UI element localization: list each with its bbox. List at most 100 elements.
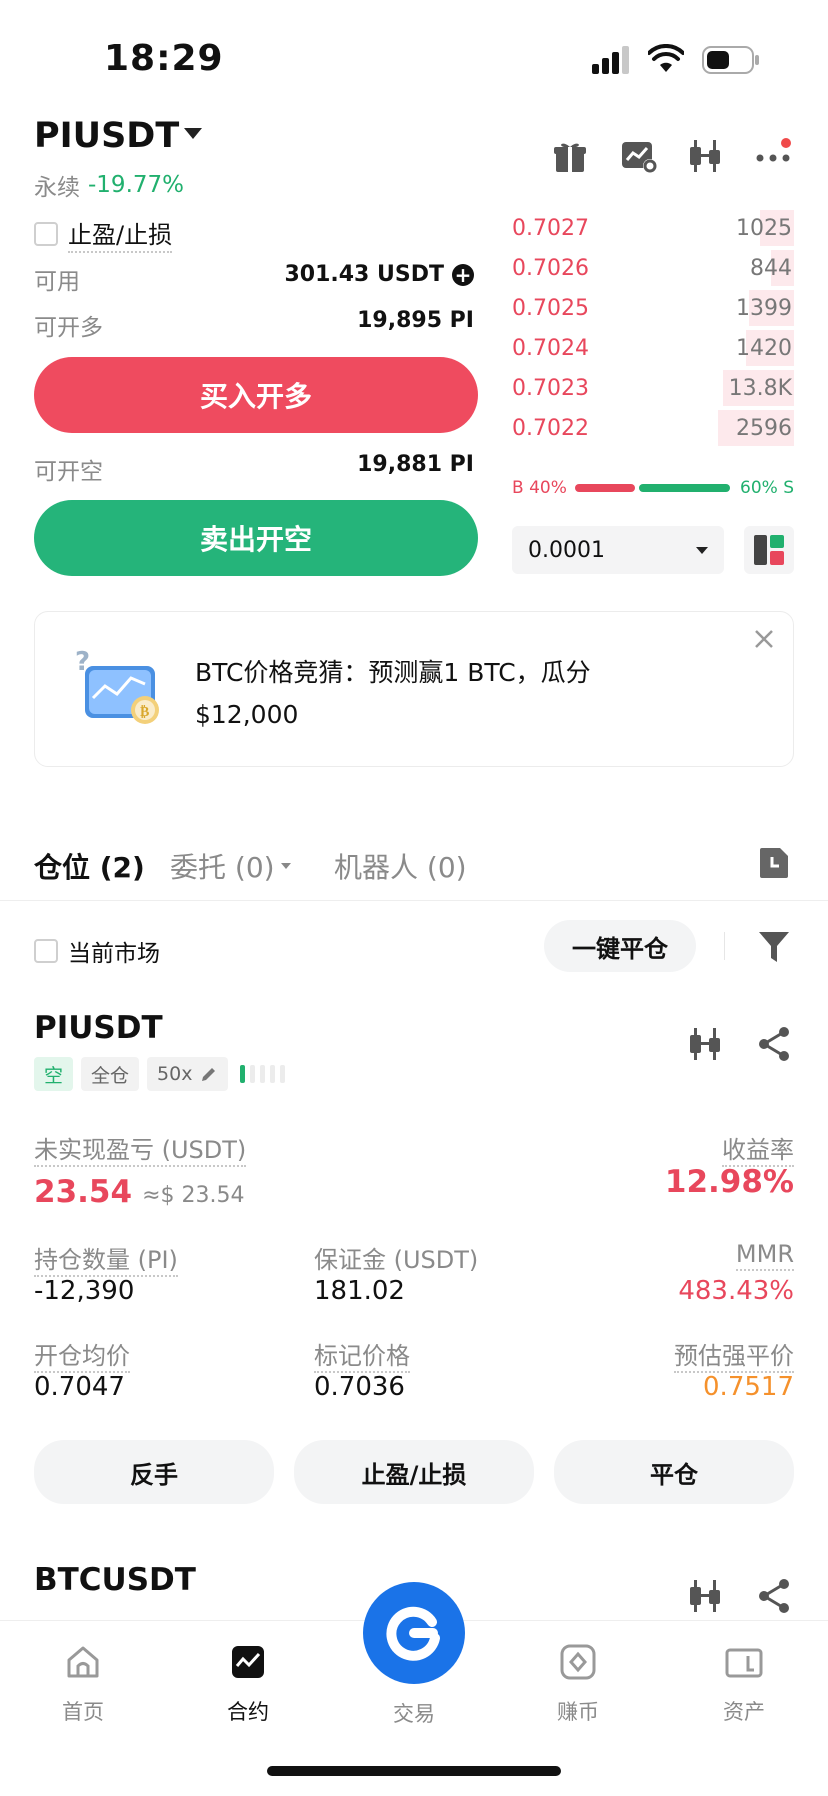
entry-label: 开仓均价 — [34, 1336, 130, 1373]
mmr-value: 483.43% — [678, 1276, 794, 1306]
close-all-button[interactable]: 一键平仓 — [544, 920, 696, 972]
buy-long-button[interactable]: 买入开多 — [34, 357, 478, 433]
edit-icon — [202, 1068, 216, 1081]
battery-icon — [702, 46, 760, 78]
nav-home-label: 首页 — [62, 1700, 104, 1724]
tpsl-checkbox[interactable] — [34, 222, 58, 246]
ask-qty: 1420 — [736, 336, 792, 361]
promo-text: BTC价格竞猜：预测赢1 BTC，瓜分 $12,000 — [195, 652, 591, 736]
reverse-button[interactable]: 反手 — [34, 1440, 274, 1504]
side-tag: 空 — [34, 1057, 74, 1091]
signal-icon — [592, 46, 632, 78]
sell-ratio-label: 60% S — [740, 478, 794, 498]
status-time: 18:29 — [104, 38, 224, 79]
open-short-label: 可开空 — [34, 459, 103, 485]
ask-price: 0.7022 — [512, 416, 589, 441]
orderbook-ask-row[interactable]: 0.7027 1025 — [512, 208, 794, 248]
upnl-value: 23.54 — [34, 1174, 133, 1210]
current-market-toggle[interactable]: 当前市场 — [34, 934, 160, 968]
ask-price: 0.7024 — [512, 336, 589, 361]
candlestick-icon[interactable] — [688, 1026, 724, 1066]
filter-divider — [724, 932, 725, 960]
promo-chart-icon: ? ₿ — [75, 647, 161, 724]
margin-label: 保证金 (USDT) — [314, 1246, 479, 1274]
pair-title[interactable]: PIUSDT — [34, 116, 179, 156]
upnl-label: 未实现盈亏 (USDT) — [34, 1130, 247, 1167]
promo-text-line2: $12,000 — [195, 700, 299, 729]
home-icon — [67, 1646, 99, 1678]
nav-earn[interactable]: 赚币 — [518, 1642, 638, 1726]
upnl-row: 23.54 ≈$ 23.54 — [34, 1174, 244, 1210]
orderbook-ask-row[interactable]: 0.7025 1399 — [512, 288, 794, 328]
chart-settings-icon[interactable] — [620, 138, 657, 174]
close-icon[interactable] — [753, 628, 775, 654]
nav-assets-label: 资产 — [723, 1700, 765, 1724]
mark-label: 标记价格 — [314, 1336, 410, 1373]
tpsl-toggle[interactable]: 止盈/止损 — [34, 215, 173, 253]
qty-value: -12,390 — [34, 1276, 135, 1306]
wifi-icon — [647, 43, 685, 78]
position-symbol[interactable]: PIUSDT — [34, 1010, 163, 1046]
home-indicator — [267, 1766, 561, 1776]
promo-banner[interactable]: ? ₿ BTC价格竞猜：预测赢1 BTC，瓜分 $12,000 — [34, 611, 794, 767]
caret-down-icon — [280, 863, 291, 869]
earn-icon — [560, 1644, 596, 1680]
history-icon[interactable] — [758, 846, 790, 884]
position-tags: 空 全仓 50x — [34, 1057, 286, 1091]
add-funds-icon[interactable]: + — [452, 263, 474, 286]
buy-ratio-label: B 40% — [512, 478, 567, 498]
buy-ratio-fill — [575, 484, 635, 492]
more-icon[interactable] — [756, 138, 792, 174]
gift-icon[interactable] — [552, 138, 588, 174]
pair-subtitle: 永续 -19.77% — [34, 168, 184, 202]
trade-logo-icon — [386, 1606, 440, 1661]
open-short-value: 19,881 PI — [357, 452, 474, 477]
current-market-label: 当前市场 — [68, 941, 160, 967]
orderbook-ask-row[interactable]: 0.7024 1420 — [512, 328, 794, 368]
orderbook-layout-button[interactable] — [744, 526, 794, 574]
ask-qty: 844 — [750, 256, 792, 281]
available-value: 301.43 USDT — [284, 262, 444, 287]
open-long-value: 19,895 PI — [357, 308, 474, 333]
ask-qty: 1025 — [736, 216, 792, 241]
candlestick-icon[interactable] — [688, 1578, 724, 1618]
orderbook-ask-row[interactable]: 0.7022 2596 — [512, 408, 794, 448]
orderbook-ask-row[interactable]: 0.7026 844 — [512, 248, 794, 288]
position-symbol[interactable]: BTCUSDT — [34, 1562, 196, 1598]
tab-bots[interactable]: 机器人 (0) — [334, 846, 467, 886]
ask-price: 0.7023 — [512, 376, 589, 401]
mark-value: 0.7036 — [314, 1372, 405, 1402]
ask-qty: 1399 — [736, 296, 792, 321]
roe-label: 收益率 — [722, 1130, 794, 1167]
trade-fab[interactable] — [363, 1582, 465, 1684]
precision-select[interactable]: 0.0001 — [512, 526, 724, 574]
candlestick-icon[interactable] — [688, 138, 724, 174]
qty-label: 持仓数量 (PI) — [34, 1240, 178, 1277]
current-market-checkbox[interactable] — [34, 939, 58, 963]
entry-value: 0.7047 — [34, 1372, 125, 1402]
sell-short-button[interactable]: 卖出开空 — [34, 500, 478, 576]
filter-icon[interactable] — [758, 930, 790, 968]
close-position-button[interactable]: 平仓 — [554, 1440, 794, 1504]
leverage-tag[interactable]: 50x — [147, 1057, 229, 1091]
leverage-value: 50x — [157, 1063, 193, 1085]
nav-futures[interactable]: 合约 — [188, 1642, 308, 1726]
nav-earn-label: 赚币 — [557, 1700, 599, 1724]
nav-trade[interactable]: 交易 — [354, 1582, 474, 1728]
tab-orders[interactable]: 委托 (0) — [170, 846, 291, 886]
share-icon[interactable] — [756, 1026, 792, 1066]
available-row: 301.43 USDT + — [284, 262, 474, 287]
svg-text:₿: ₿ — [140, 704, 149, 720]
tab-positions[interactable]: 仓位 (2) — [34, 846, 145, 886]
tabs-divider — [0, 900, 828, 901]
nav-assets[interactable]: 资产 — [684, 1642, 804, 1726]
upnl-usd: ≈$ 23.54 — [142, 1182, 245, 1208]
share-icon[interactable] — [756, 1578, 792, 1618]
pair-dropdown-icon[interactable] — [184, 128, 202, 139]
tpsl-button[interactable]: 止盈/止损 — [294, 1440, 534, 1504]
orderbook-ask-row[interactable]: 0.7023 13.8K — [512, 368, 794, 408]
ask-qty: 13.8K — [728, 376, 792, 401]
nav-home[interactable]: 首页 — [23, 1642, 143, 1726]
wallet-icon — [725, 1648, 763, 1678]
margin-value: 181.02 — [314, 1276, 405, 1306]
